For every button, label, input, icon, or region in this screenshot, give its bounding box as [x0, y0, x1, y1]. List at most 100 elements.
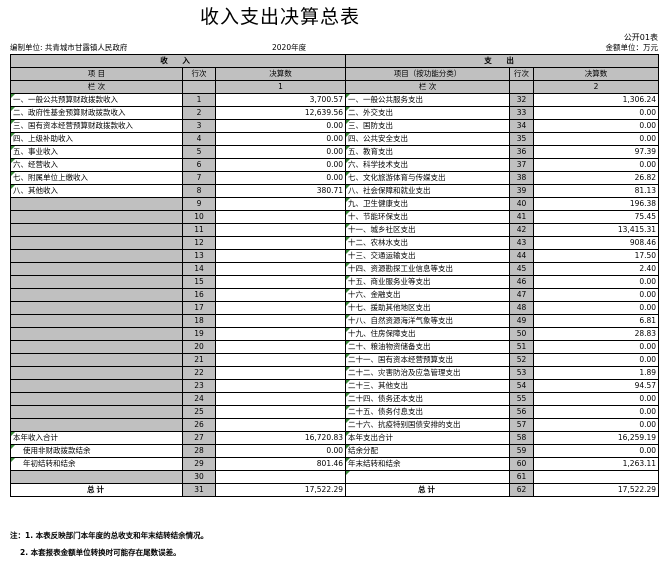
income-amount-cell [214, 249, 347, 263]
table-row: 四、上级补助收入 4 0.00 四、公共安全支出 35 0.00 [10, 132, 660, 146]
table-row: 年初结转和结余 29 801.46 年末结转和结余 60 1,263.11 [10, 457, 660, 471]
income-item-cell: 四、上级补助收入 [10, 132, 183, 146]
income-amount-cell [214, 366, 347, 380]
expense-amount-cell: 17.50 [533, 249, 660, 263]
expense-item-cell: 四、公共安全支出 [345, 132, 511, 146]
expense-row-no-cell: 41 [509, 210, 535, 224]
table-row: 25 二十五、债务付息支出 56 0.00 [10, 405, 660, 419]
table-row: 17 十七、援助其他地区支出 48 0.00 [10, 301, 660, 315]
income-row-no-cell: 24 [182, 392, 216, 406]
income-row-no-cell: 27 [182, 431, 216, 445]
income-item-cell [10, 275, 183, 289]
table-row: 30 61 [10, 470, 660, 484]
income-amount-cell: 0.00 [214, 171, 347, 185]
expense-row-no-cell: 36 [509, 145, 535, 159]
income-amount-cell [214, 327, 347, 341]
expense-amount-cell: 28.83 [533, 327, 660, 341]
expense-row-no-cell: 59 [509, 444, 535, 458]
income-item-header: 项 目 [10, 67, 183, 81]
table-row: 八、其他收入 8 380.71 八、社会保障和就业支出 39 81.13 [10, 184, 660, 198]
income-item-cell: 八、其他收入 [10, 184, 183, 198]
note-2: 2. 本套报表金额单位转换时可能存在尾数误差。 [20, 548, 181, 557]
income-row-no-cell: 26 [182, 418, 216, 432]
income-row-no-cell: 14 [182, 262, 216, 276]
table-row: 本年收入合计 27 16,720.83 本年支出合计 58 16,259.19 [10, 431, 660, 445]
summary-table: 收 入 支 出 项 目 行次 决算数 项目（按功能分类） 行次 决算数 栏 次 … [9, 54, 660, 497]
expense-row-no-cell: 55 [509, 392, 535, 406]
income-row-no-cell: 20 [182, 340, 216, 354]
table-row: 19 十九、住房保障支出 50 28.83 [10, 327, 660, 341]
income-amount-cell [214, 275, 347, 289]
income-item-cell: 五、事业收入 [10, 145, 183, 159]
expense-row-no-cell: 44 [509, 249, 535, 263]
income-row-no-cell: 8 [182, 184, 216, 198]
expense-amount-cell: 0.00 [533, 106, 660, 120]
expense-amount-header: 决算数 [533, 67, 660, 81]
income-item-cell [10, 236, 183, 250]
table-row: 使用非财政拨款结余 28 0.00 结余分配 59 0.00 [10, 444, 660, 458]
expense-item-cell: 十二、农林水支出 [345, 236, 511, 250]
table-row: 16 十六、金融支出 47 0.00 [10, 288, 660, 302]
expense-amount-cell: 1,306.24 [533, 93, 660, 107]
table-row: 14 十四、资源勘探工业信息等支出 45 2.40 [10, 262, 660, 276]
column-header-row: 项 目 行次 决算数 项目（按功能分类） 行次 决算数 [10, 67, 660, 81]
income-amount-cell [214, 353, 347, 367]
income-row-no-cell: 15 [182, 275, 216, 289]
expense-amount-cell: 0.00 [533, 353, 660, 367]
expense-row-no-cell: 56 [509, 405, 535, 419]
income-section-header: 收 入 [9, 54, 347, 68]
income-amount-header: 决算数 [214, 67, 347, 81]
expense-row-no-cell: 52 [509, 353, 535, 367]
table-row: 二、政府性基金预算财政拨款收入 2 12,639.56 二、外交支出 33 0.00 [10, 106, 660, 120]
income-amount-cell: 16,720.83 [214, 431, 347, 445]
expense-amount-cell: 0.00 [533, 418, 660, 432]
income-amount-cell [214, 405, 347, 419]
income-amount-cell [214, 392, 347, 406]
expense-item-cell: 十五、商业服务业等支出 [345, 275, 511, 289]
expense-row-no-cell: 38 [509, 171, 535, 185]
table-row: 26 二十六、抗疫特别国债安排的支出 57 0.00 [10, 418, 660, 432]
expense-item-cell: 一、一般公共服务支出 [345, 93, 511, 107]
expense-amount-cell [533, 470, 660, 484]
income-row-no-cell: 9 [182, 197, 216, 211]
income-item-cell [10, 470, 183, 484]
income-amount-cell [214, 236, 347, 250]
income-row-no-cell: 19 [182, 327, 216, 341]
expense-row-no-cell: 40 [509, 197, 535, 211]
expense-item-cell: 十六、金融支出 [345, 288, 511, 302]
income-item-cell: 本年收入合计 [10, 431, 183, 445]
expense-item-cell: 十三、交通运输支出 [345, 249, 511, 263]
expense-row-no-cell: 46 [509, 275, 535, 289]
income-item-cell [10, 405, 183, 419]
expense-item-cell: 二、外交支出 [345, 106, 511, 120]
expense-section-header: 支 出 [345, 54, 660, 68]
expense-row-no-header: 行次 [509, 67, 535, 81]
income-amount-cell: 0.00 [214, 444, 347, 458]
income-item-cell: 六、经营收入 [10, 158, 183, 172]
income-column-label: 栏 次 [10, 80, 183, 94]
expense-item-cell: 十、节能环保支出 [345, 210, 511, 224]
income-row-no-cell: 22 [182, 366, 216, 380]
income-row-no-header: 行次 [182, 67, 216, 81]
expense-amount-cell: 0.00 [533, 340, 660, 354]
expense-item-cell: 二十二、灾害防治及应急管理支出 [345, 366, 511, 380]
income-item-cell [10, 197, 183, 211]
expense-amount-cell: 0.00 [533, 301, 660, 315]
expense-amount-cell: 908.46 [533, 236, 660, 250]
income-item-cell [10, 418, 183, 432]
expense-item-cell: 年末结转和结余 [345, 457, 511, 471]
income-item-cell: 一、一般公共预算财政拨款收入 [10, 93, 183, 107]
expense-item-cell: 十九、住房保障支出 [345, 327, 511, 341]
expense-item-cell: 二十、粮油物资储备支出 [345, 340, 511, 354]
income-amount-cell [214, 314, 347, 328]
income-total-label: 总计 [10, 483, 183, 497]
report-year: 2020年度 [272, 43, 307, 52]
income-amount-cell [214, 418, 347, 432]
expense-item-header: 项目（按功能分类） [345, 67, 511, 81]
expense-item-cell: 五、教育支出 [345, 145, 511, 159]
expense-item-cell: 结余分配 [345, 444, 511, 458]
expense-amount-cell: 13,415.31 [533, 223, 660, 237]
expense-row-no-cell: 42 [509, 223, 535, 237]
income-row-no-cell: 25 [182, 405, 216, 419]
expense-amount-cell: 0.00 [533, 158, 660, 172]
